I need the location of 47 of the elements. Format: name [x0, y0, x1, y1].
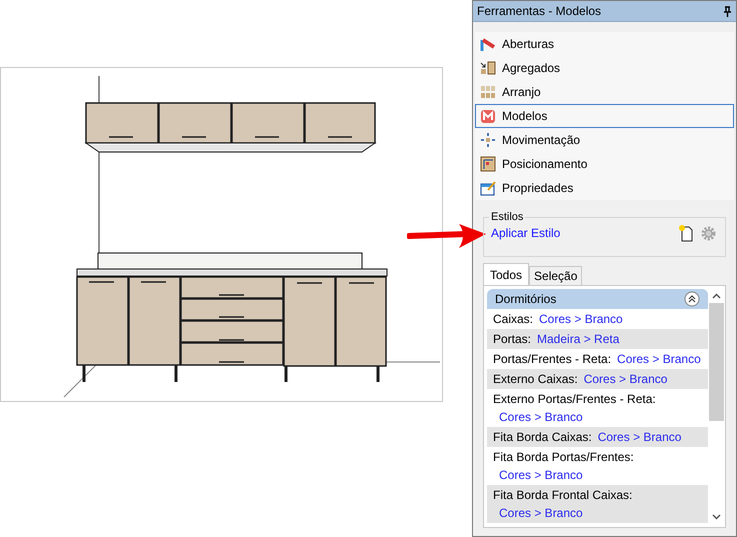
style-label: Fita Borda Portas/Frentes: [493, 449, 634, 466]
style-value-link[interactable]: Cores > Branco [592, 428, 682, 446]
style-value-link[interactable]: Cores > Branco [533, 310, 623, 328]
style-label: Fita Borda Caixas: [493, 429, 592, 446]
style-row[interactable]: Fita Borda Frontal Caixas: Cores > Branco [487, 485, 708, 523]
style-label: Portas/Frentes - Reta: [493, 351, 612, 368]
new-document-icon[interactable] [678, 224, 694, 242]
style-value-link[interactable]: Cores > Branco [493, 408, 583, 426]
style-label: Portas: [493, 331, 532, 348]
agregados-icon [480, 60, 496, 76]
style-value-link[interactable]: Cores > Branco [493, 466, 583, 484]
style-row[interactable]: Portas: Madeira > Reta [487, 329, 708, 349]
movimentacao-icon [480, 132, 496, 148]
pin-icon[interactable] [723, 6, 732, 16]
style-label: Externo Caixas: [493, 371, 578, 388]
style-label: Caixas: [493, 311, 534, 328]
style-value-link[interactable]: Cores > Branco [578, 370, 668, 388]
style-value-link[interactable]: Cores > Branco [611, 350, 701, 368]
scroll-down-icon[interactable] [712, 514, 721, 520]
tool-item[interactable]: Modelos [475, 104, 734, 128]
scroll-up-icon[interactable] [712, 293, 721, 299]
tab[interactable]: Todos [483, 263, 530, 285]
tool-item[interactable]: Movimentação [475, 128, 734, 152]
scrollbar-thumb[interactable] [709, 303, 724, 421]
posicionamento-icon [480, 156, 496, 172]
tool-item[interactable]: Agregados [475, 56, 734, 80]
style-row[interactable]: Fita Borda Caixas: Cores > Branco [487, 427, 708, 447]
group-header[interactable]: Dormitórios [487, 289, 708, 309]
style-value-link[interactable]: Cores > Branco [493, 504, 583, 522]
style-row[interactable]: Externo Caixas: Cores > Branco [487, 369, 708, 389]
tool-item[interactable]: Arranjo [475, 80, 734, 104]
panel-title: Ferramentas - Modelos [477, 3, 602, 20]
style-label: Fita Borda Frontal Caixas: [493, 487, 632, 504]
aberturas-icon [480, 36, 496, 52]
apply-style-link[interactable]: Aplicar Estilo [491, 224, 560, 242]
tool-item[interactable]: Propriedades [475, 176, 734, 200]
tool-item[interactable]: Aberturas [475, 32, 734, 56]
arranjo-icon [480, 84, 496, 100]
modelos-icon [480, 108, 496, 124]
propriedades-icon [480, 180, 496, 196]
tool-item[interactable]: Posicionamento [475, 152, 734, 176]
style-value-link[interactable]: Madeira > Reta [531, 330, 620, 348]
style-label: Externo Portas/Frentes - Reta: [493, 391, 656, 408]
arrow-icon [407, 222, 487, 250]
tab[interactable]: Seleção [529, 266, 582, 285]
group-title: Dormitórios [495, 291, 556, 308]
collapse-icon[interactable] [684, 291, 700, 307]
